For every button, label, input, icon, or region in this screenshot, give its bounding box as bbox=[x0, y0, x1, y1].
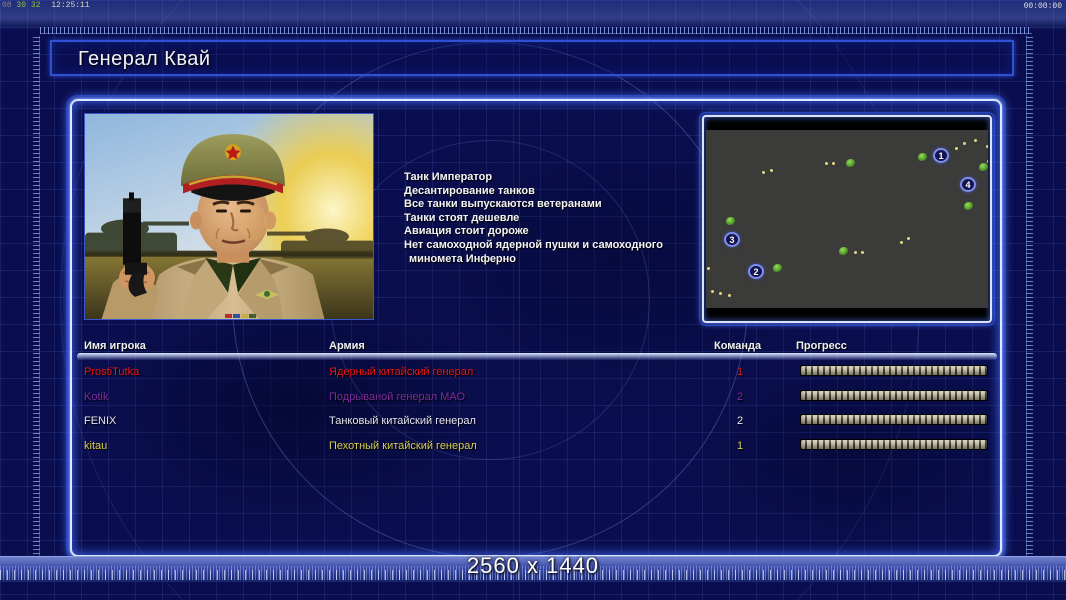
column-header-army: Армия bbox=[329, 340, 365, 352]
load-progress-bar bbox=[800, 365, 988, 376]
ability-line: Танк Император bbox=[404, 171, 493, 183]
minimap-start-marker-4: 4 bbox=[960, 177, 976, 192]
ability-line: миномета Инферно bbox=[409, 252, 517, 265]
player-name: kitau bbox=[84, 440, 108, 452]
minimap-dot bbox=[825, 162, 828, 165]
ability-line: Нет самоходной ядерной пушки и самоходно… bbox=[404, 238, 663, 251]
column-header-progress: Прогресс bbox=[796, 340, 847, 352]
ruler-top bbox=[40, 27, 1032, 34]
ability-line: Все танки выпускаются ветеранами bbox=[404, 198, 602, 211]
load-progress-bar bbox=[800, 390, 988, 401]
load-progress-bar bbox=[800, 414, 988, 425]
minimap-tree bbox=[918, 153, 927, 161]
minimap-dot bbox=[854, 251, 857, 254]
minimap-dot bbox=[719, 292, 722, 295]
player-army: Подрываной генерал МАО bbox=[329, 391, 466, 403]
ability-line: Авиация стоит дороже bbox=[404, 225, 529, 238]
player-team: 2 bbox=[736, 415, 744, 427]
minimap-tree bbox=[964, 202, 973, 210]
load-progress-fill bbox=[801, 415, 987, 424]
column-header-player-name: Имя игрока bbox=[84, 340, 146, 352]
player-name: ProstiTutka bbox=[84, 366, 140, 378]
player-army: Танковый китайский генерал bbox=[329, 415, 476, 427]
minimap-tree bbox=[726, 217, 735, 225]
resolution-label: 2560 x 1440 bbox=[466, 553, 600, 578]
player-team: 2 bbox=[736, 391, 744, 403]
minimap-start-marker-3: 3 bbox=[724, 232, 740, 247]
minimap-tree bbox=[839, 247, 848, 255]
ruler-right bbox=[1026, 36, 1033, 582]
minimap-start-marker-2: 2 bbox=[748, 264, 764, 279]
minimap-dot bbox=[707, 267, 710, 270]
minimap-panel: 1 2 3 4 bbox=[699, 112, 995, 326]
match-timer: 00:00:00 bbox=[1023, 2, 1062, 11]
title-bar: Генерал Квай bbox=[50, 40, 1014, 76]
minimap-dot bbox=[832, 162, 835, 165]
debug-clock: 12:25:11 bbox=[51, 1, 90, 10]
minimap-dot bbox=[963, 142, 966, 145]
column-header-team: Команда bbox=[714, 340, 762, 352]
debug-frame-counter2: 30 32 bbox=[16, 1, 41, 10]
player-team: 1 bbox=[736, 440, 744, 452]
minimap-dot bbox=[955, 147, 958, 150]
load-progress-bar bbox=[800, 439, 988, 450]
general-abilities-list: Танк Император Десантирование танков Все… bbox=[404, 171, 716, 266]
debug-overlay-left: 08 30 32 12:25:11 bbox=[2, 1, 90, 10]
minimap-dot bbox=[762, 171, 765, 174]
loading-screen: 08 30 32 12:25:11 00:00:00 Генерал Квай bbox=[0, 0, 1066, 600]
minimap-tree bbox=[846, 159, 855, 167]
minimap-dot bbox=[900, 241, 903, 244]
player-name: Kotik bbox=[84, 391, 109, 403]
page-title: Генерал Квай bbox=[78, 48, 211, 70]
minimap-dot bbox=[728, 294, 731, 297]
player-team: 1 bbox=[736, 366, 744, 378]
minimap-dot bbox=[861, 251, 864, 254]
ruler-left bbox=[33, 36, 40, 582]
general-portrait-art bbox=[85, 114, 373, 319]
minimap-dot bbox=[987, 160, 988, 163]
minimap-tree bbox=[979, 163, 988, 171]
player-army: Ядерный китайский генерал bbox=[329, 366, 474, 378]
minimap-dot bbox=[711, 290, 714, 293]
load-progress-fill bbox=[801, 366, 987, 375]
minimap-dot bbox=[974, 139, 977, 142]
ability-line: Танки стоят дешевле bbox=[404, 211, 520, 224]
minimap-dot bbox=[770, 169, 773, 172]
load-progress-fill bbox=[801, 391, 987, 400]
general-portrait bbox=[84, 113, 374, 320]
minimap-tree bbox=[773, 264, 782, 272]
load-progress-fill bbox=[801, 440, 987, 449]
player-army: Пехотный китайский генерал bbox=[329, 440, 477, 452]
minimap-dot bbox=[986, 145, 988, 148]
minimap-dot bbox=[907, 237, 910, 240]
minimap-area: 1 2 3 4 bbox=[706, 130, 988, 308]
player-name: FENIX bbox=[84, 415, 117, 427]
minimap-start-marker-1: 1 bbox=[933, 148, 949, 163]
debug-frame-counter: 08 bbox=[2, 1, 12, 10]
table-header-separator bbox=[77, 353, 997, 360]
ability-line: Десантирование танков bbox=[404, 184, 535, 197]
